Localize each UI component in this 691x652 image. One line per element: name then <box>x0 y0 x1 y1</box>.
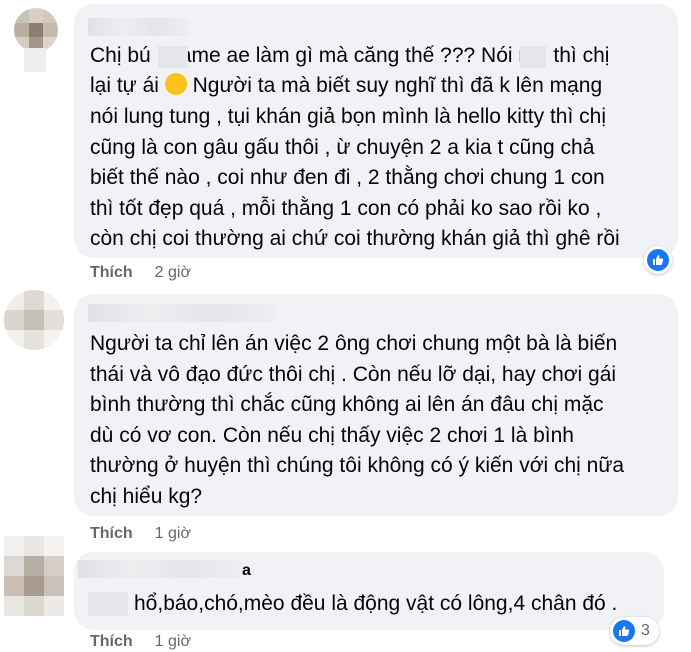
comment-bubble: Người ta chỉ lên án việc 2 ông chơi chun… <box>74 294 678 516</box>
comment-actions: Thích 1 giờ <box>90 525 191 543</box>
blurred-avatar-strip <box>24 48 46 72</box>
commenter-avatar[interactable] <box>14 8 58 52</box>
like-link[interactable]: Thích <box>90 264 133 281</box>
comment-line: thì tốt đẹp quá , mỗi thằng 1 con có phả… <box>90 197 602 220</box>
reaction-badge[interactable] <box>644 246 672 274</box>
comment-line: hổ,báo,chó,mèo đều là động vật có lông,4… <box>134 592 618 615</box>
commenter-avatar[interactable] <box>4 536 64 616</box>
commenter-avatar[interactable] <box>4 290 64 350</box>
grinning-sweat-emoji-icon <box>164 73 187 95</box>
timestamp[interactable]: 1 giờ <box>155 633 191 650</box>
comment-bubble: a hổ,báo,chó,mèo đều là động vật có lông… <box>74 552 664 630</box>
reaction-badge[interactable]: 3 <box>610 617 659 645</box>
like-icon <box>613 620 635 642</box>
comment-line: nói lung tung , tụi khán giả bọn mình là… <box>90 105 606 128</box>
censor-block <box>520 46 546 68</box>
comment-line: chị hiểu kg? <box>90 485 203 508</box>
comment-line: Người ta mà biết suy nghĩ thì đã k lên m… <box>192 74 603 97</box>
author-name-tail: a <box>242 562 251 579</box>
like-link[interactable]: Thích <box>90 525 133 542</box>
censor-block <box>158 46 188 68</box>
comment-line: lại tự ái <box>90 74 159 97</box>
blurred-author-name[interactable] <box>88 18 190 36</box>
like-icon <box>647 249 669 271</box>
timestamp[interactable]: 2 giờ <box>155 264 191 281</box>
comment-line: biết thế nào , coi như đen đi , 2 thằng … <box>90 166 605 189</box>
comment-actions: Thích 1 giờ <box>90 633 191 651</box>
comment-line: thường ở huyện thì chúng tôi không có ý … <box>90 454 625 477</box>
comment-line-2: lại tự ái Người ta mà biết suy nghĩ thì … <box>90 70 602 101</box>
reaction-count: 3 <box>641 622 650 639</box>
blurred-author-name[interactable] <box>78 560 242 578</box>
comment-line: dù có vơ con. Còn nếu chị thấy việc 2 ch… <box>90 424 574 447</box>
comment-bubble: Chị bú fame ae làm gì mà căng thế ??? Nó… <box>74 4 678 258</box>
comment-line: thái và vô đạo đức thôi chị . Còn nếu lỡ… <box>90 363 617 386</box>
comment-line: Người ta chỉ lên án việc 2 ông chơi chun… <box>90 332 618 355</box>
censor-block <box>88 592 128 616</box>
timestamp[interactable]: 1 giờ <box>155 525 191 542</box>
comment-actions: Thích 2 giờ <box>90 264 191 282</box>
like-link[interactable]: Thích <box>90 633 133 650</box>
comment-line: còn chị coi thường ai chứ coi thường khá… <box>90 227 620 250</box>
comment-line: cũng là con gâu gấu thôi , ừ chuyện 2 a … <box>90 136 595 159</box>
comment-line: bình thường thì chắc cũng không ai lên á… <box>90 393 604 416</box>
blurred-author-name[interactable] <box>88 304 276 322</box>
